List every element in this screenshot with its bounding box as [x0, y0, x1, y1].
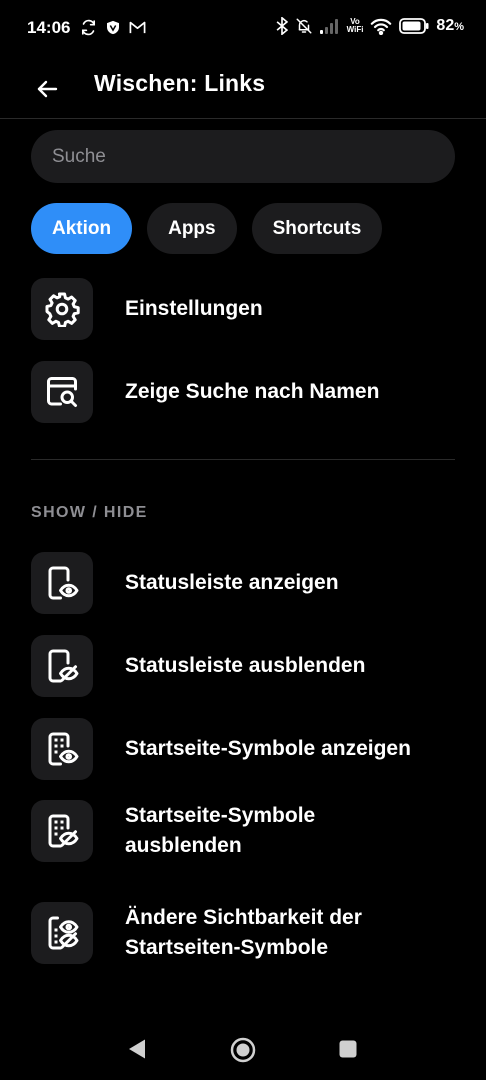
item-label: Startseite-Symbole anzeigen: [125, 737, 411, 760]
list-item-statusleiste-anzeigen[interactable]: Statusleiste anzeigen: [31, 552, 461, 614]
search-input[interactable]: [31, 130, 455, 183]
back-button[interactable]: [26, 68, 68, 110]
system-navigation-bar: [0, 1018, 486, 1080]
signal-icon: [319, 19, 338, 34]
nav-home-icon[interactable]: [230, 1037, 256, 1063]
item-icon-box: [31, 278, 93, 340]
nav-back-icon[interactable]: [127, 1038, 147, 1060]
gear-icon: [45, 292, 80, 327]
list-item-startseite-symbole-ausblenden[interactable]: Startseite-Symbole ausblenden: [31, 800, 461, 862]
gmail-icon: [129, 21, 146, 34]
item-label: Zeige Suche nach Namen: [125, 380, 380, 403]
category-tabs: Aktion Apps Shortcuts: [31, 203, 383, 254]
item-icon-box: [31, 635, 93, 697]
vowifi-bottom-text: WiFi: [346, 25, 364, 34]
tab-aktion[interactable]: Aktion: [31, 203, 133, 254]
battery-unit: %: [454, 21, 464, 33]
vowifi-icon: Vo WiFi: [347, 18, 364, 34]
bluetooth-icon: [276, 17, 288, 35]
status-right-icons: Vo WiFi 82%: [276, 17, 464, 35]
phone-eye-off-icon: [48, 649, 79, 683]
item-label: Startseite-Symbole ausblenden: [125, 804, 316, 857]
nav-recents-icon[interactable]: [339, 1040, 357, 1058]
tab-shortcuts[interactable]: Shortcuts: [251, 203, 383, 254]
list-item-statusleiste-ausblenden[interactable]: Statusleiste ausblenden: [31, 635, 461, 697]
section-divider: [31, 459, 455, 460]
window-search-icon: [47, 377, 77, 407]
arrow-left-icon: [37, 80, 58, 98]
list-item-sichtbarkeit-aendern[interactable]: Ändere Sichtbarkeit der Startseiten-Symb…: [31, 902, 461, 964]
list-item-einstellungen[interactable]: Einstellungen: [31, 278, 461, 340]
shield-icon: [107, 20, 119, 35]
battery-percentage: 82%: [436, 17, 464, 35]
status-time: 14:06: [27, 18, 71, 37]
item-icon-box: [31, 361, 93, 423]
battery-icon: [399, 18, 429, 34]
status-bar: 14:06 Vo WiFi 82%: [0, 0, 486, 58]
phone-grid-toggle-visibility-icon: [48, 916, 79, 950]
phone-grid-eye-icon: [48, 732, 79, 766]
phone-eye-icon: [48, 566, 79, 600]
page-title: Wischen: Links: [94, 70, 266, 96]
section-header-show-hide: SHOW / HIDE: [31, 504, 148, 521]
item-icon-box: [31, 718, 93, 780]
wifi-icon: [371, 18, 392, 35]
list-item-startseite-symbole-anzeigen[interactable]: Startseite-Symbole anzeigen: [31, 718, 461, 780]
item-label: Ändere Sichtbarkeit der Startseiten-Symb…: [125, 906, 362, 959]
top-app-bar: Wischen: Links: [0, 58, 486, 118]
muted-bell-icon: [296, 18, 312, 34]
item-label: Statusleiste anzeigen: [125, 571, 339, 594]
list-item-zeige-suche[interactable]: Zeige Suche nach Namen: [31, 361, 461, 423]
item-label: Einstellungen: [125, 297, 263, 320]
header-divider: [0, 118, 486, 119]
item-icon-box: [31, 552, 93, 614]
status-left-icons: [80, 19, 146, 36]
sync-icon: [81, 19, 96, 36]
item-icon-box: [31, 800, 93, 862]
item-icon-box: [31, 902, 93, 964]
item-label: Statusleiste ausblenden: [125, 654, 366, 677]
search-field[interactable]: [31, 130, 455, 183]
phone-grid-eye-off-icon: [48, 814, 79, 848]
tab-apps[interactable]: Apps: [147, 203, 237, 254]
battery-value: 82: [436, 17, 455, 34]
